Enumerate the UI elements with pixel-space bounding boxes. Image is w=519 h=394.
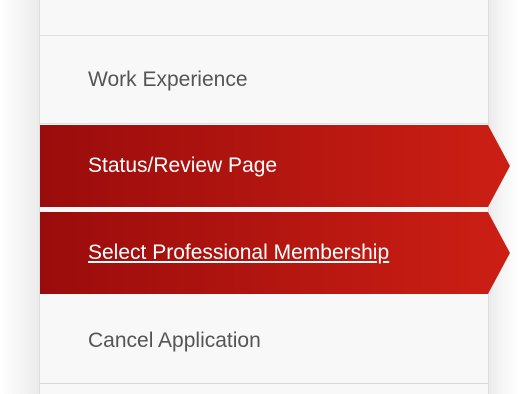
nav-item-professional-membership[interactable]: Select Professional Membership (40, 212, 510, 294)
nav-item-cancel-application[interactable]: Cancel Application (40, 298, 488, 384)
nav-item-work-experience[interactable]: Work Experience (40, 37, 488, 124)
side-nav: Work Experience Status/Review Page Selec… (39, 0, 510, 394)
nav-item-label: Work Experience (88, 68, 248, 91)
nav-item-label: Cancel Application (88, 328, 261, 352)
nav-item-link[interactable]: Select Professional Membership (88, 241, 389, 265)
nav-item-status-review[interactable]: Status/Review Page (40, 125, 510, 207)
page: Work Experience Status/Review Page Selec… (0, 0, 519, 394)
nav-item-previous[interactable] (40, 0, 488, 36)
nav-item-label: Status/Review Page (88, 154, 278, 177)
left-shadow (0, 0, 40, 394)
